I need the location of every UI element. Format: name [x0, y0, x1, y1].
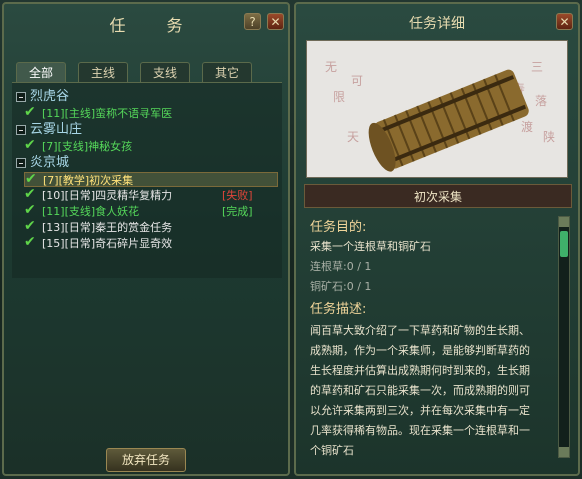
background-chat-log	[14, 294, 284, 444]
collapse-toggle-icon[interactable]	[16, 125, 26, 135]
quest-name: [日常]奇石碎片显奇效	[64, 237, 173, 250]
description-line: 几率获得稀有物品。现在采集一个连根草和一	[310, 424, 530, 437]
quest-title: [7][教学]初次采集	[43, 173, 133, 188]
quest-list-item[interactable]: ✔ [7][教学]初次采集	[24, 172, 278, 187]
tab-all[interactable]: 全部	[16, 62, 66, 82]
tracked-check-icon[interactable]: ✔	[24, 105, 36, 120]
collapse-toggle-icon[interactable]	[16, 92, 26, 102]
quest-level: [7]	[43, 174, 59, 187]
help-button[interactable]: ?	[244, 13, 261, 30]
quest-list-item[interactable]: ✔ [15][日常]奇石碎片显奇效	[24, 235, 278, 251]
quest-status-badge: [完成]	[222, 205, 253, 218]
item-progress-1: 连根草:0 / 1	[310, 260, 372, 273]
detail-title: 任务详细	[409, 16, 465, 32]
quest-level: [13]	[42, 221, 65, 234]
quest-level: [11]	[42, 107, 65, 120]
goal-text: 采集一个连根草和铜矿石	[310, 240, 431, 253]
description-line: 的草药和矿石只能采集一次，而成熟期的则可	[310, 384, 530, 397]
quest-title: [13][日常]秦王的赏金任务	[42, 220, 172, 235]
quest-name: [主线]蛮称不语寻军医	[64, 107, 173, 120]
quest-status-badge: [失败]	[222, 189, 253, 202]
item-progress-2: 铜矿石:0 / 1	[310, 280, 372, 293]
quest-name: [支线]食人妖花	[64, 205, 140, 218]
svg-text:限: 限	[333, 90, 345, 104]
description-line: 成熟期，作为一个采集师，是能够判断草药的	[310, 344, 530, 357]
svg-text:渡: 渡	[521, 119, 533, 134]
quest-name: [日常]秦王的赏金任务	[64, 221, 173, 234]
quest-description: 任务目的: 采集一个连根草和铜矿石 连根草:0 / 1 铜矿石:0 / 1 任务…	[304, 210, 554, 472]
tracked-check-icon[interactable]: ✔	[24, 138, 36, 153]
quest-list-panel: 任 务 ? ✕ 全部 主线 支线 其它 烈虎谷 ✔ [11][主线]蛮称不语寻军医云…	[2, 2, 290, 476]
tab-main[interactable]: 主线	[78, 62, 128, 82]
quest-detail-panel: 任务详细 ✕ 无限可 天三落 寿渡陕	[294, 2, 580, 476]
quest-title: [7][支线]神秘女孩	[42, 139, 132, 154]
quest-list-item[interactable]: ✔ [10][日常]四灵精华复精力 [失败]	[24, 187, 278, 203]
quest-level: [10]	[42, 189, 65, 202]
quest-list-item[interactable]: ✔ [11][支线]食人妖花 [完成]	[24, 203, 278, 219]
svg-text:陕: 陕	[543, 129, 555, 144]
quest-list-item[interactable]: ✔ [7][支线]神秘女孩	[24, 138, 278, 154]
tab-side[interactable]: 支线	[140, 62, 190, 82]
scroll-up-arrow-icon[interactable]	[559, 217, 569, 227]
tracked-check-icon[interactable]: ✔	[25, 172, 37, 187]
detail-close-button[interactable]: ✕	[556, 13, 573, 30]
scroll-thumb[interactable]	[560, 231, 568, 257]
quest-name-header: 初次采集	[304, 184, 572, 208]
quest-name: [支线]神秘女孩	[57, 140, 133, 153]
svg-text:落: 落	[535, 94, 547, 108]
description-line: 个铜矿石	[310, 444, 354, 457]
tab-other[interactable]: 其它	[202, 62, 252, 82]
description-scrollbar[interactable]	[558, 216, 570, 458]
quest-name: [日常]四灵精华复精力	[64, 189, 173, 202]
category-label: 炎京城	[30, 155, 70, 170]
tracked-check-icon[interactable]: ✔	[24, 219, 36, 234]
scroll-down-arrow-icon[interactable]	[559, 447, 569, 457]
close-button[interactable]: ✕	[267, 13, 284, 30]
svg-text:可: 可	[351, 74, 363, 88]
quest-title: [15][日常]奇石碎片显奇效	[42, 236, 172, 251]
category-label: 烈虎谷	[30, 89, 70, 104]
quest-title: [10][日常]四灵精华复精力	[42, 188, 172, 203]
abandon-quest-button[interactable]: 放弃任务	[106, 448, 186, 472]
quest-level: [15]	[42, 237, 65, 250]
tracked-check-icon[interactable]: ✔	[24, 187, 36, 202]
category-label: 云雾山庄	[30, 122, 83, 137]
svg-text:三: 三	[531, 60, 543, 74]
quest-level: [11]	[42, 205, 65, 218]
description-line: 闻百草大致介绍了一下草药和矿物的生长期、	[310, 324, 530, 337]
svg-text:无: 无	[325, 60, 337, 74]
quest-level: [7]	[42, 140, 58, 153]
quest-title: [11][支线]食人妖花	[42, 204, 139, 219]
quest-list-item[interactable]: ✔ [11][主线]蛮称不语寻军医	[24, 105, 278, 121]
quest-name: [教学]初次采集	[58, 174, 134, 187]
description-line: 以允许采集两到三次，并在每次采集中有一定	[310, 404, 530, 417]
quest-list-item[interactable]: ✔ [13][日常]秦王的赏金任务	[24, 219, 278, 235]
tracked-check-icon[interactable]: ✔	[24, 203, 36, 218]
tracked-check-icon[interactable]: ✔	[24, 235, 36, 250]
goal-header: 任务目的:	[310, 220, 367, 235]
description-line: 生长程度并估算出成熟期何时到来的，生长期	[310, 364, 530, 377]
description-header: 任务描述:	[310, 302, 367, 317]
quest-title: [11][主线]蛮称不语寻军医	[42, 106, 172, 121]
quest-tree: 烈虎谷 ✔ [11][主线]蛮称不语寻军医 云雾山庄 ✔ [7][支线]神秘女孩 炎京城 ✔[…	[12, 82, 282, 278]
svg-text:天: 天	[347, 130, 359, 144]
bamboo-scroll-illustration: 无限可 天三落 寿渡陕	[306, 40, 568, 178]
collapse-toggle-icon[interactable]	[16, 158, 26, 168]
